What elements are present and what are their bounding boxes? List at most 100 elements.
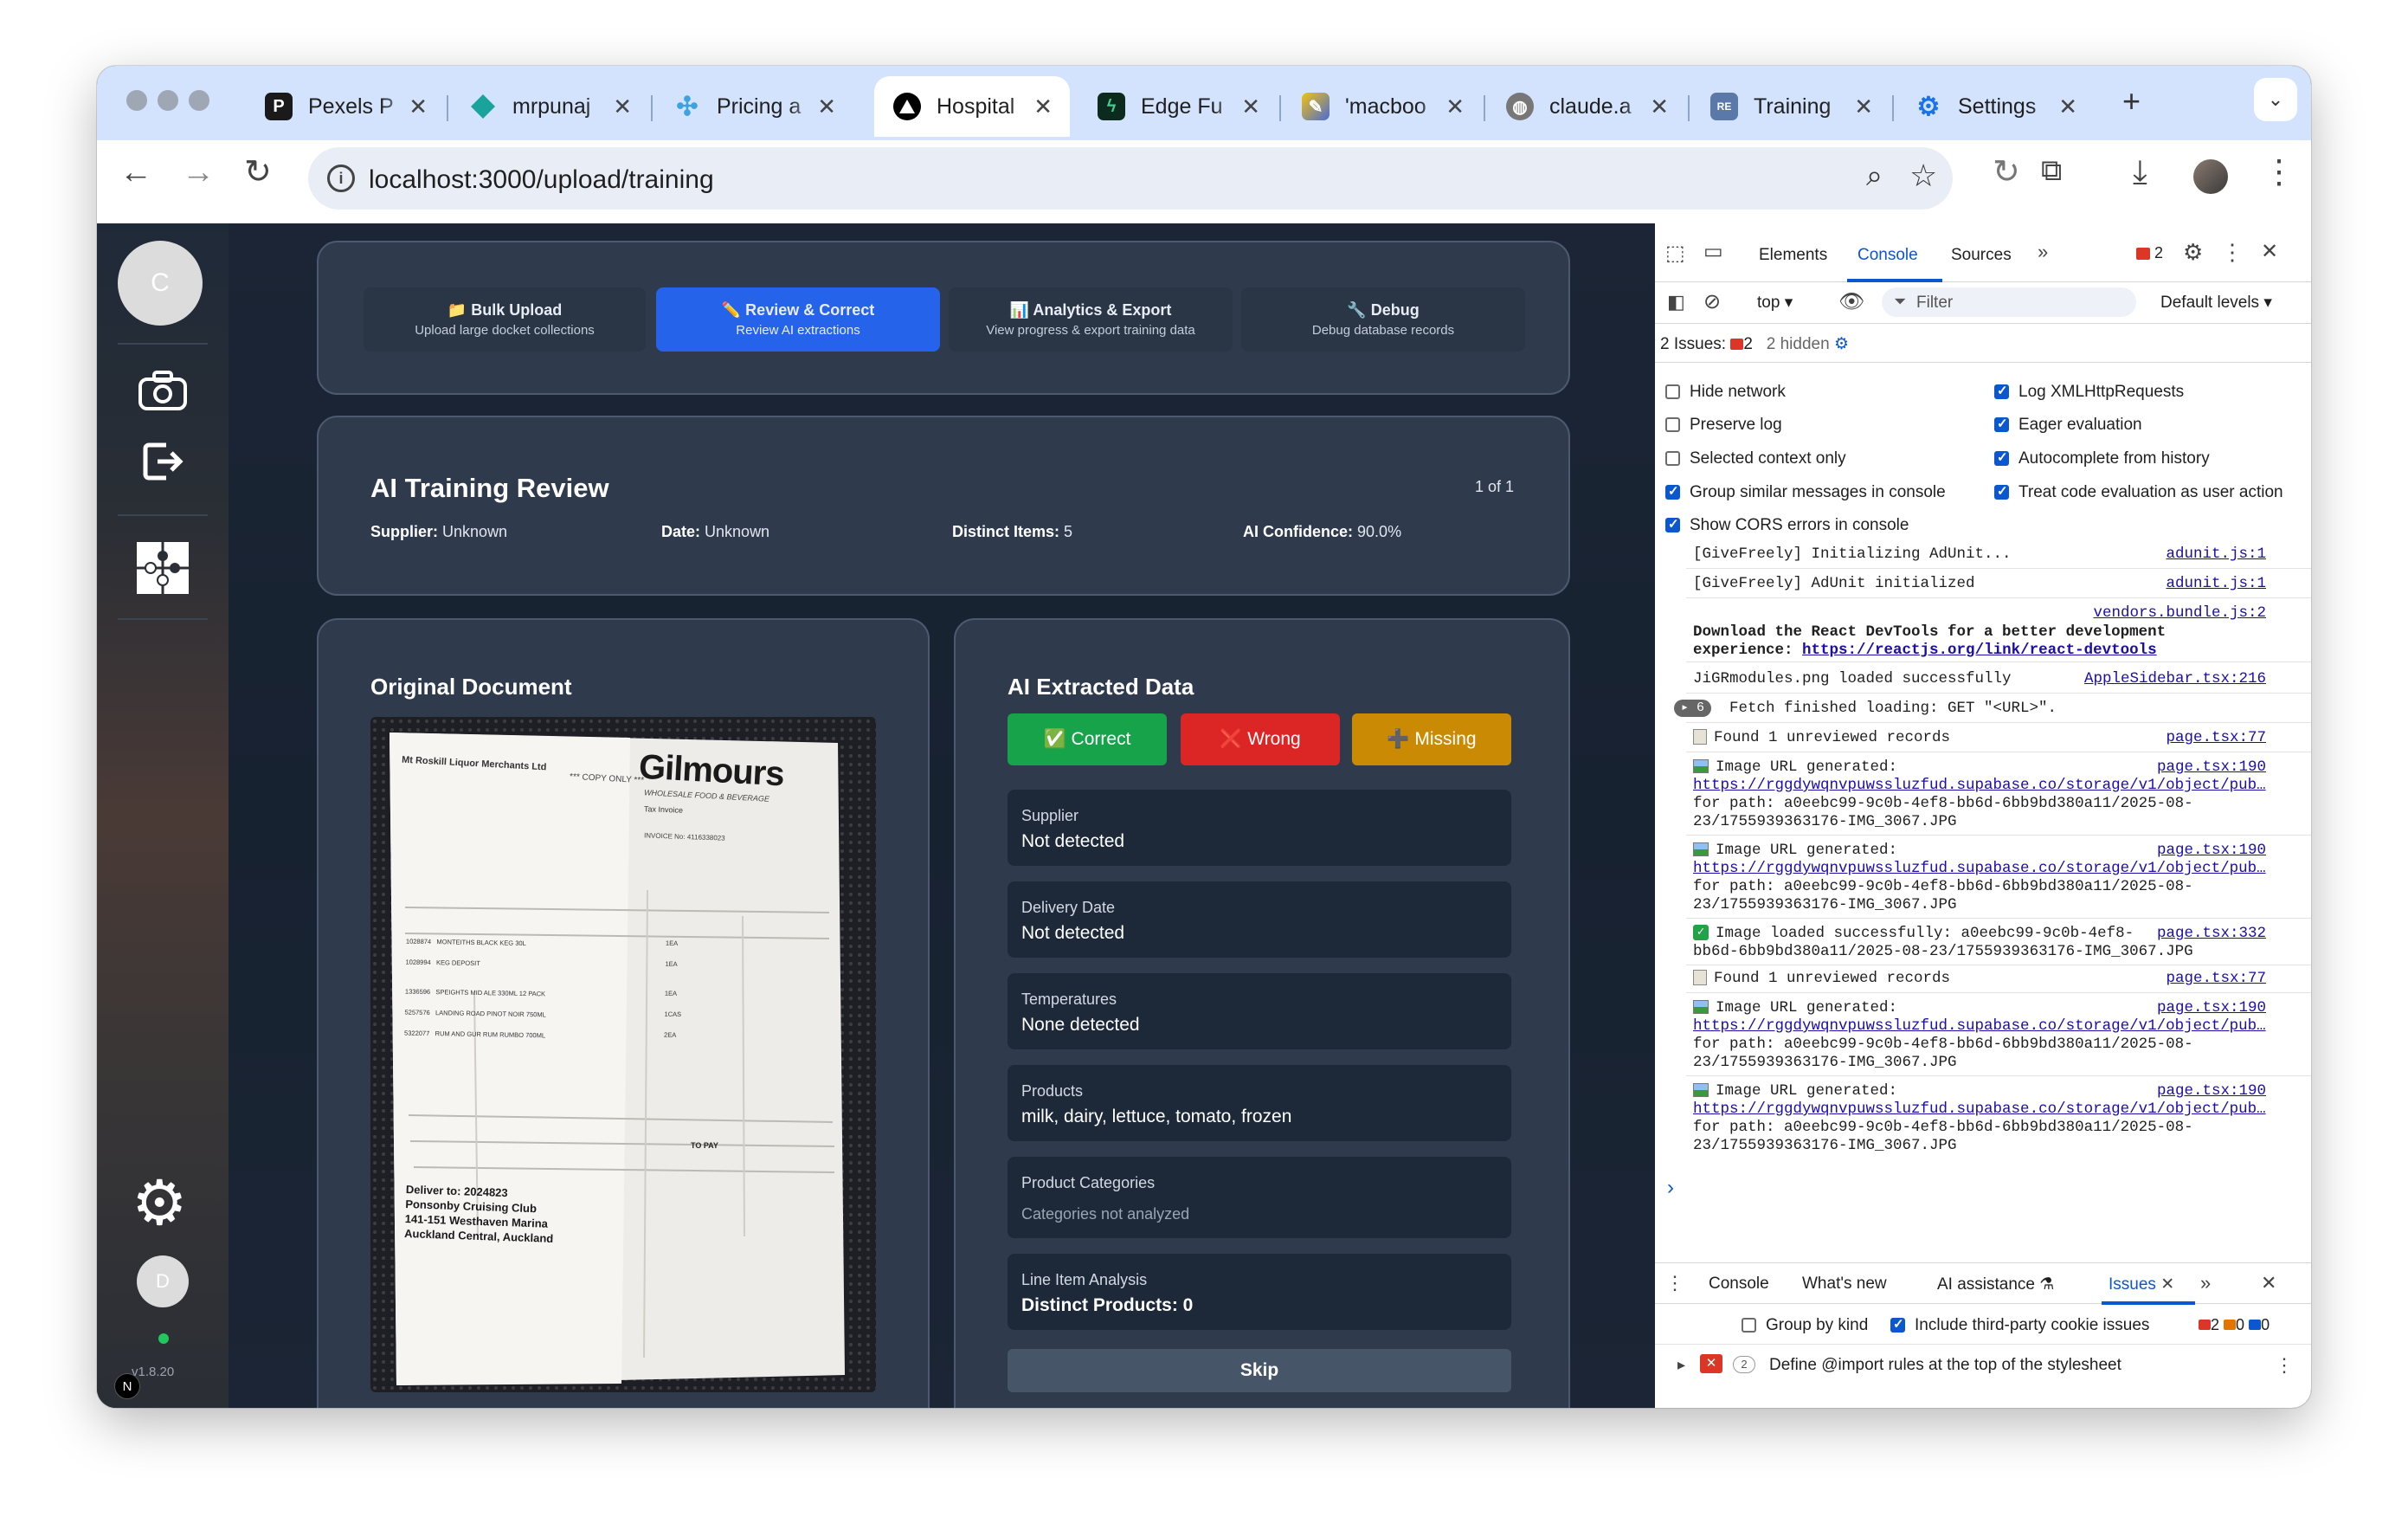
tab-console[interactable]: Console: [1858, 246, 1918, 265]
image-url-link[interactable]: https://rggdywqnvpuwssluzfud.supabase.co…: [1693, 1100, 2266, 1119]
tab-bulk-upload[interactable]: 📁 Bulk Upload Upload large docket collec…: [364, 287, 646, 352]
close-tab-icon[interactable]: ✕: [1033, 94, 1053, 120]
tab-debug[interactable]: 🔧 Debug Debug database records: [1241, 287, 1525, 352]
hide-network-checkbox[interactable]: [1665, 384, 1680, 399]
more-tabs-chevron-icon[interactable]: »: [2200, 1272, 2211, 1294]
settings-gear-icon[interactable]: ⚙: [132, 1172, 188, 1235]
console-prompt[interactable]: ›: [1667, 1176, 1674, 1200]
close-devtools-icon[interactable]: ✕: [2261, 239, 2278, 264]
tab-claude[interactable]: ◍ claude.a ✕: [1487, 76, 1686, 137]
drawer-tab-ai-assistance[interactable]: AI assistance ⚗: [1937, 1275, 2054, 1294]
error-badge[interactable]: 2: [2136, 244, 2163, 262]
wrong-button[interactable]: ❌ Wrong: [1181, 713, 1340, 765]
drawer-tab-whats-new[interactable]: What's new: [1802, 1275, 1887, 1294]
nextjs-badge-icon[interactable]: N: [114, 1373, 140, 1399]
source-link[interactable]: page.tsx:332: [2157, 925, 2266, 942]
log-levels-select[interactable]: Default levels ▾: [2160, 293, 2272, 313]
close-window-button[interactable]: [126, 90, 147, 111]
source-link[interactable]: page.tsx:190: [2157, 999, 2266, 1016]
correct-button[interactable]: ✅ Correct: [1008, 713, 1167, 765]
puzzle-modules-icon[interactable]: [133, 539, 192, 602]
inspect-element-icon[interactable]: ⬚: [1665, 241, 1685, 266]
settings-gear-icon[interactable]: ⚙: [2183, 239, 2203, 266]
close-tab-icon[interactable]: ✕: [409, 94, 428, 120]
tab-search-chevron-icon[interactable]: ⌄: [2254, 78, 2297, 121]
new-tab-plus-icon[interactable]: +: [2122, 83, 2141, 119]
selected-context-checkbox[interactable]: [1665, 451, 1680, 466]
source-link[interactable]: adunit.js:1: [2166, 575, 2266, 592]
image-url-link[interactable]: https://rggdywqnvpuwssluzfud.supabase.co…: [1693, 1017, 2266, 1036]
image-url-link[interactable]: https://rggdywqnvpuwssluzfud.supabase.co…: [1693, 777, 2266, 795]
group-by-kind-checkbox[interactable]: [1742, 1318, 1756, 1333]
device-toolbar-icon[interactable]: ▭: [1703, 239, 1723, 264]
close-tab-icon[interactable]: ✕: [817, 94, 836, 120]
maximize-window-button[interactable]: [189, 90, 209, 111]
sidebar-toggle-icon[interactable]: ◧: [1667, 291, 1685, 313]
filter-input[interactable]: ⏷ Filter: [1882, 287, 2136, 317]
tab-hospital-active[interactable]: Hospital ✕: [874, 76, 1070, 137]
more-menu-icon[interactable]: ⋮: [2263, 156, 2295, 189]
close-drawer-icon[interactable]: ✕: [2261, 1272, 2276, 1294]
close-tab-icon[interactable]: ✕: [1445, 94, 1465, 120]
live-expression-eye-icon[interactable]: 👁: [1838, 289, 1864, 314]
forward-arrow-icon[interactable]: →: [182, 156, 215, 189]
group-similar-checkbox[interactable]: [1665, 483, 1680, 500]
tab-elements[interactable]: Elements: [1759, 246, 1827, 265]
missing-button[interactable]: ➕ Missing: [1352, 713, 1511, 765]
tab-pricing[interactable]: ✣ Pricing a ✕: [654, 76, 853, 137]
devtools-menu-icon[interactable]: ⋮: [2221, 239, 2244, 266]
extensions-puzzle-icon[interactable]: ⧉: [2041, 156, 2062, 185]
close-tab-icon[interactable]: ✕: [1650, 94, 1669, 120]
context-select[interactable]: top ▾: [1757, 293, 1793, 313]
drawer-menu-icon[interactable]: ⋮: [1665, 1272, 1684, 1294]
cors-errors-checkbox[interactable]: [1665, 516, 1680, 532]
tab-edge-functions[interactable]: ϟ Edge Fu ✕: [1078, 76, 1278, 137]
tab-mrpunaj[interactable]: mrpunaj ✕: [450, 76, 649, 137]
document-image[interactable]: Gilmours WHOLESALE FOOD & BEVERAGE Mt Ro…: [370, 717, 876, 1392]
tab-training[interactable]: RE Training ✕: [1691, 76, 1890, 137]
bottom-avatar[interactable]: D: [137, 1255, 189, 1307]
image-url-link[interactable]: https://rggdywqnvpuwssluzfud.supabase.co…: [1693, 860, 2266, 878]
site-info-icon[interactable]: i: [327, 165, 355, 192]
autocomplete-history-checkbox[interactable]: [1994, 449, 2009, 466]
source-link[interactable]: page.tsx:190: [2157, 1082, 2266, 1100]
more-tabs-chevron-icon[interactable]: »: [2038, 241, 2048, 263]
url-text[interactable]: localhost:3000/upload/training: [369, 165, 714, 195]
skip-button[interactable]: Skip: [1008, 1349, 1511, 1392]
logout-icon[interactable]: [140, 440, 183, 487]
source-link[interactable]: page.tsx:77: [2166, 729, 2266, 746]
close-tab-icon[interactable]: ✕: [1854, 94, 1873, 120]
close-tab-icon[interactable]: ✕: [1241, 94, 1260, 120]
profile-avatar[interactable]: [2193, 159, 2228, 194]
address-bar[interactable]: i localhost:3000/upload/training ⌕ ☆: [308, 147, 1953, 210]
extension-refresh-icon[interactable]: ↻: [1993, 156, 2020, 189]
issues-summary[interactable]: 2 Issues: 2 2 hidden ⚙: [1660, 334, 1849, 354]
reload-icon[interactable]: ↻: [244, 156, 272, 189]
log-xhr-checkbox[interactable]: [1994, 383, 2009, 399]
tab-pexels[interactable]: P Pexels P ✕: [246, 76, 445, 137]
tab-analytics-export[interactable]: 📊 Analytics & Export View progress & exp…: [949, 287, 1233, 352]
tab-settings[interactable]: ⚙ Settings ✕: [1896, 76, 2095, 137]
clear-console-icon[interactable]: ⊘: [1703, 289, 1721, 314]
source-link[interactable]: vendors.bundle.js:2: [2093, 604, 2266, 622]
close-tab-icon[interactable]: ✕: [2058, 94, 2077, 120]
preserve-log-checkbox[interactable]: [1665, 417, 1680, 432]
react-devtools-link[interactable]: https://reactjs.org/link/react-devtools: [1802, 642, 2157, 659]
drawer-tab-issues[interactable]: Issues ✕: [2109, 1275, 2174, 1294]
back-arrow-icon[interactable]: ←: [119, 156, 152, 189]
treat-code-eval-checkbox[interactable]: [1994, 483, 2009, 500]
tab-macbook[interactable]: ✎ 'macboo ✕: [1283, 76, 1482, 137]
source-link[interactable]: page.tsx:190: [2157, 758, 2266, 776]
download-icon[interactable]: ⤓: [2133, 156, 2147, 189]
source-link[interactable]: page.tsx:77: [2166, 970, 2266, 987]
drawer-tab-console[interactable]: Console: [1709, 1275, 1769, 1294]
source-link[interactable]: AppleSidebar.tsx:216: [2084, 670, 2266, 687]
bookmark-star-icon[interactable]: ☆: [1909, 158, 1937, 194]
zoom-magnifier-icon[interactable]: ⌕: [1866, 159, 1883, 193]
third-party-cookie-checkbox[interactable]: [1890, 1316, 1905, 1333]
camera-icon[interactable]: [137, 369, 189, 416]
minimize-window-button[interactable]: [158, 90, 178, 111]
tab-review-correct[interactable]: ✏️ Review & Correct Review AI extraction…: [656, 287, 940, 352]
eager-evaluation-checkbox[interactable]: [1994, 416, 2009, 432]
close-tab-icon[interactable]: ✕: [613, 94, 632, 120]
